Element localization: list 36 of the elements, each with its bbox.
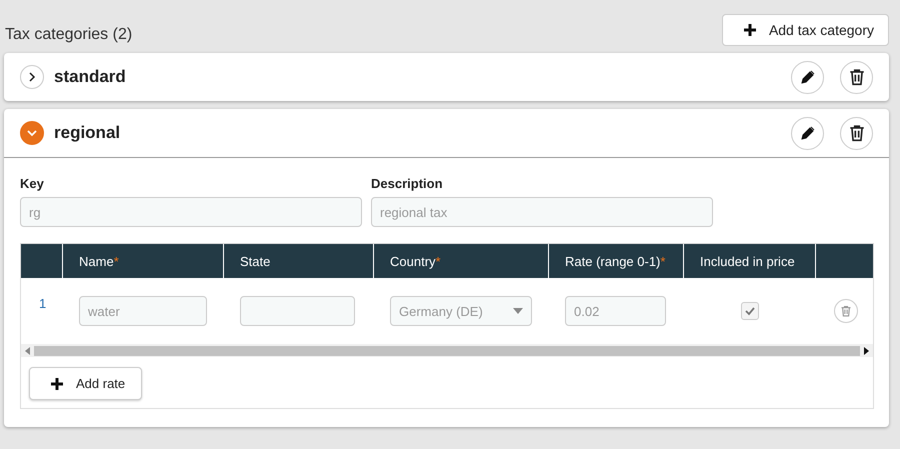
state-field[interactable]	[240, 296, 355, 326]
section-title: Tax categories (2)	[5, 26, 132, 45]
delete-button[interactable]	[840, 116, 873, 150]
trash-icon	[848, 124, 866, 142]
dropdown-arrow-icon	[513, 308, 523, 314]
column-header: Name	[79, 254, 114, 268]
delete-button[interactable]	[840, 60, 873, 94]
column-header: State	[240, 254, 270, 268]
horizontal-scrollbar[interactable]	[21, 344, 873, 357]
expand-toggle[interactable]	[20, 121, 44, 145]
required-mark: *	[114, 254, 119, 268]
plus-icon	[50, 376, 64, 390]
trash-icon	[840, 305, 852, 317]
add-rate-button[interactable]: Add rate	[29, 367, 142, 400]
plus-icon	[742, 23, 757, 37]
pencil-icon	[800, 126, 814, 140]
checkmark-icon	[744, 305, 756, 317]
add-tax-category-button[interactable]: Add tax category	[722, 14, 889, 46]
row-number: 1	[39, 296, 46, 311]
column-header: Rate (range 0-1)	[565, 254, 660, 268]
column-header: Country	[390, 254, 436, 268]
required-mark: *	[436, 254, 441, 268]
edit-button[interactable]	[791, 60, 824, 94]
trash-icon	[848, 68, 866, 86]
category-name: regional	[54, 123, 122, 143]
edit-button[interactable]	[791, 116, 824, 150]
expand-toggle[interactable]	[20, 65, 44, 89]
required-mark: *	[660, 254, 666, 268]
field-label: Description	[371, 176, 444, 191]
delete-rate-button[interactable]	[834, 299, 858, 323]
scroll-right-icon[interactable]	[864, 346, 869, 354]
category-name: standard	[54, 67, 127, 87]
scroll-left-icon[interactable]	[25, 346, 30, 354]
column-header: Included in price	[700, 254, 795, 268]
pencil-icon	[800, 70, 814, 84]
field-label: Key	[20, 176, 45, 191]
